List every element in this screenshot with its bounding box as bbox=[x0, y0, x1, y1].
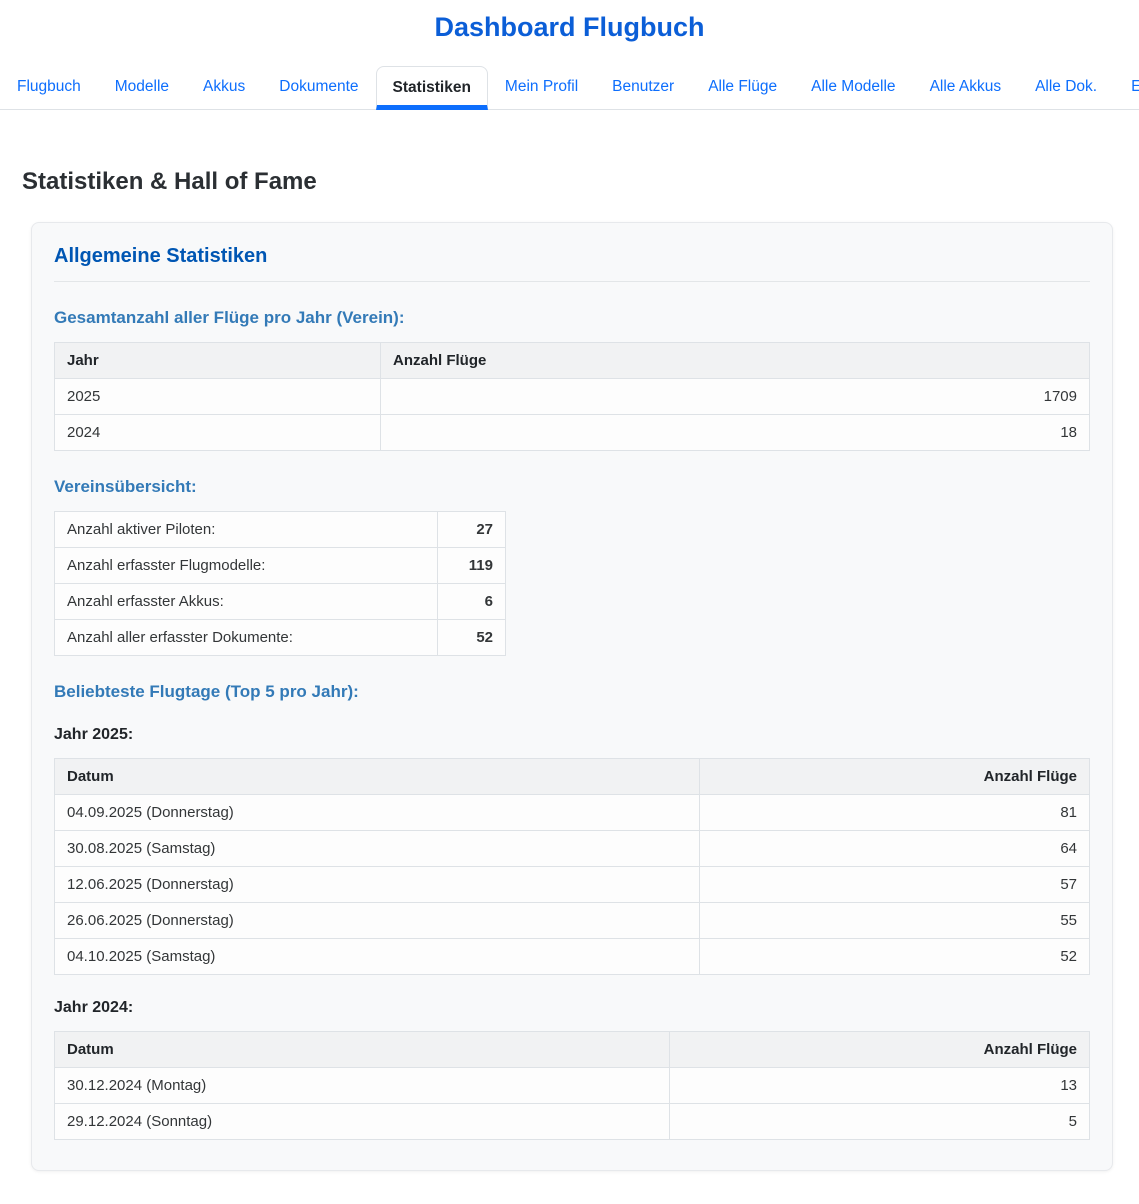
tab-export[interactable]: Export bbox=[1114, 65, 1139, 109]
year-cell: 2024 bbox=[55, 415, 381, 451]
year-cell: 2025 bbox=[55, 379, 381, 415]
table-row: Anzahl erfasster Akkus: 6 bbox=[55, 584, 506, 620]
column-header-anzahl-fluege: Anzahl Flüge bbox=[669, 1032, 1089, 1068]
year-2025-heading: Jahr 2025: bbox=[54, 726, 1090, 744]
tab-dokumente[interactable]: Dokumente bbox=[262, 65, 375, 109]
stat-value: 52 bbox=[438, 620, 506, 656]
stat-label: Anzahl erfasster Akkus: bbox=[55, 584, 438, 620]
stat-label: Anzahl erfasster Flugmodelle: bbox=[55, 548, 438, 584]
table-row: 2025 1709 bbox=[55, 379, 1090, 415]
column-header-jahr: Jahr bbox=[55, 343, 381, 379]
date-cell: 30.12.2024 (Montag) bbox=[55, 1068, 670, 1104]
app-header: Dashboard Flugbuch bbox=[0, 12, 1139, 43]
club-overview-heading: Vereinsübersicht: bbox=[54, 477, 1090, 497]
table-header-row: Datum Anzahl Flüge bbox=[55, 1032, 1090, 1068]
tab-alle-dok[interactable]: Alle Dok. bbox=[1018, 65, 1114, 109]
table-row: 26.06.2025 (Donnerstag) 55 bbox=[55, 903, 1090, 939]
stat-label: Anzahl aller erfasster Dokumente: bbox=[55, 620, 438, 656]
tab-modelle[interactable]: Modelle bbox=[98, 65, 186, 109]
table-row: Anzahl aktiver Piloten: 27 bbox=[55, 512, 506, 548]
tab-alle-fluege[interactable]: Alle Flüge bbox=[691, 65, 794, 109]
count-cell: 18 bbox=[381, 415, 1090, 451]
tab-flugbuch[interactable]: Flugbuch bbox=[0, 65, 98, 109]
top-days-heading: Beliebteste Flugtage (Top 5 pro Jahr): bbox=[54, 682, 1090, 702]
flights-per-year-heading: Gesamtanzahl aller Flüge pro Jahr (Verei… bbox=[54, 308, 1090, 328]
column-header-anzahl-fluege: Anzahl Flüge bbox=[381, 343, 1090, 379]
count-cell: 1709 bbox=[381, 379, 1090, 415]
table-row: 04.10.2025 (Samstag) 52 bbox=[55, 939, 1090, 975]
date-cell: 12.06.2025 (Donnerstag) bbox=[55, 867, 700, 903]
page-title: Statistiken & Hall of Fame bbox=[22, 168, 1117, 196]
tab-benutzer[interactable]: Benutzer bbox=[595, 65, 691, 109]
table-row: 12.06.2025 (Donnerstag) 57 bbox=[55, 867, 1090, 903]
tab-alle-akkus[interactable]: Alle Akkus bbox=[913, 65, 1019, 109]
table-header-row: Jahr Anzahl Flüge bbox=[55, 343, 1090, 379]
year-2024-heading: Jahr 2024: bbox=[54, 999, 1090, 1017]
date-cell: 04.09.2025 (Donnerstag) bbox=[55, 795, 700, 831]
tab-statistiken[interactable]: Statistiken bbox=[376, 66, 488, 110]
table-row: 29.12.2024 (Sonntag) 5 bbox=[55, 1104, 1090, 1140]
table-row: 30.12.2024 (Montag) 13 bbox=[55, 1068, 1090, 1104]
column-header-datum: Datum bbox=[55, 759, 700, 795]
count-cell: 81 bbox=[699, 795, 1089, 831]
count-cell: 57 bbox=[699, 867, 1089, 903]
date-cell: 30.08.2025 (Samstag) bbox=[55, 831, 700, 867]
flights-per-year-table: Jahr Anzahl Flüge 2025 1709 2024 18 bbox=[54, 342, 1090, 451]
table-row: 04.09.2025 (Donnerstag) 81 bbox=[55, 795, 1090, 831]
table-row: 2024 18 bbox=[55, 415, 1090, 451]
table-row: Anzahl aller erfasster Dokumente: 52 bbox=[55, 620, 506, 656]
main-content: Statistiken & Hall of Fame Allgemeine St… bbox=[0, 168, 1139, 1171]
count-cell: 52 bbox=[699, 939, 1089, 975]
column-header-anzahl-fluege: Anzahl Flüge bbox=[699, 759, 1089, 795]
count-cell: 55 bbox=[699, 903, 1089, 939]
stat-label: Anzahl aktiver Piloten: bbox=[55, 512, 438, 548]
stat-value: 27 bbox=[438, 512, 506, 548]
date-cell: 04.10.2025 (Samstag) bbox=[55, 939, 700, 975]
table-header-row: Datum Anzahl Flüge bbox=[55, 759, 1090, 795]
date-cell: 29.12.2024 (Sonntag) bbox=[55, 1104, 670, 1140]
club-overview-table: Anzahl aktiver Piloten: 27 Anzahl erfass… bbox=[54, 511, 506, 656]
date-cell: 26.06.2025 (Donnerstag) bbox=[55, 903, 700, 939]
tab-akkus[interactable]: Akkus bbox=[186, 65, 262, 109]
column-header-datum: Datum bbox=[55, 1032, 670, 1068]
count-cell: 64 bbox=[699, 831, 1089, 867]
top-days-2024-table: Datum Anzahl Flüge 30.12.2024 (Montag) 1… bbox=[54, 1031, 1090, 1140]
top-days-2025-table: Datum Anzahl Flüge 04.09.2025 (Donnersta… bbox=[54, 758, 1090, 975]
tab-mein-profil[interactable]: Mein Profil bbox=[488, 65, 595, 109]
table-row: 30.08.2025 (Samstag) 64 bbox=[55, 831, 1090, 867]
stat-value: 6 bbox=[438, 584, 506, 620]
table-row: Anzahl erfasster Flugmodelle: 119 bbox=[55, 548, 506, 584]
stat-value: 119 bbox=[438, 548, 506, 584]
main-nav: Flugbuch Modelle Akkus Dokumente Statist… bbox=[0, 65, 1139, 110]
count-cell: 5 bbox=[669, 1104, 1089, 1140]
count-cell: 13 bbox=[669, 1068, 1089, 1104]
tab-alle-modelle[interactable]: Alle Modelle bbox=[794, 65, 912, 109]
general-statistics-card: Allgemeine Statistiken Gesamtanzahl alle… bbox=[31, 222, 1113, 1171]
app-title: Dashboard Flugbuch bbox=[0, 12, 1139, 43]
card-title: Allgemeine Statistiken bbox=[54, 245, 1090, 282]
